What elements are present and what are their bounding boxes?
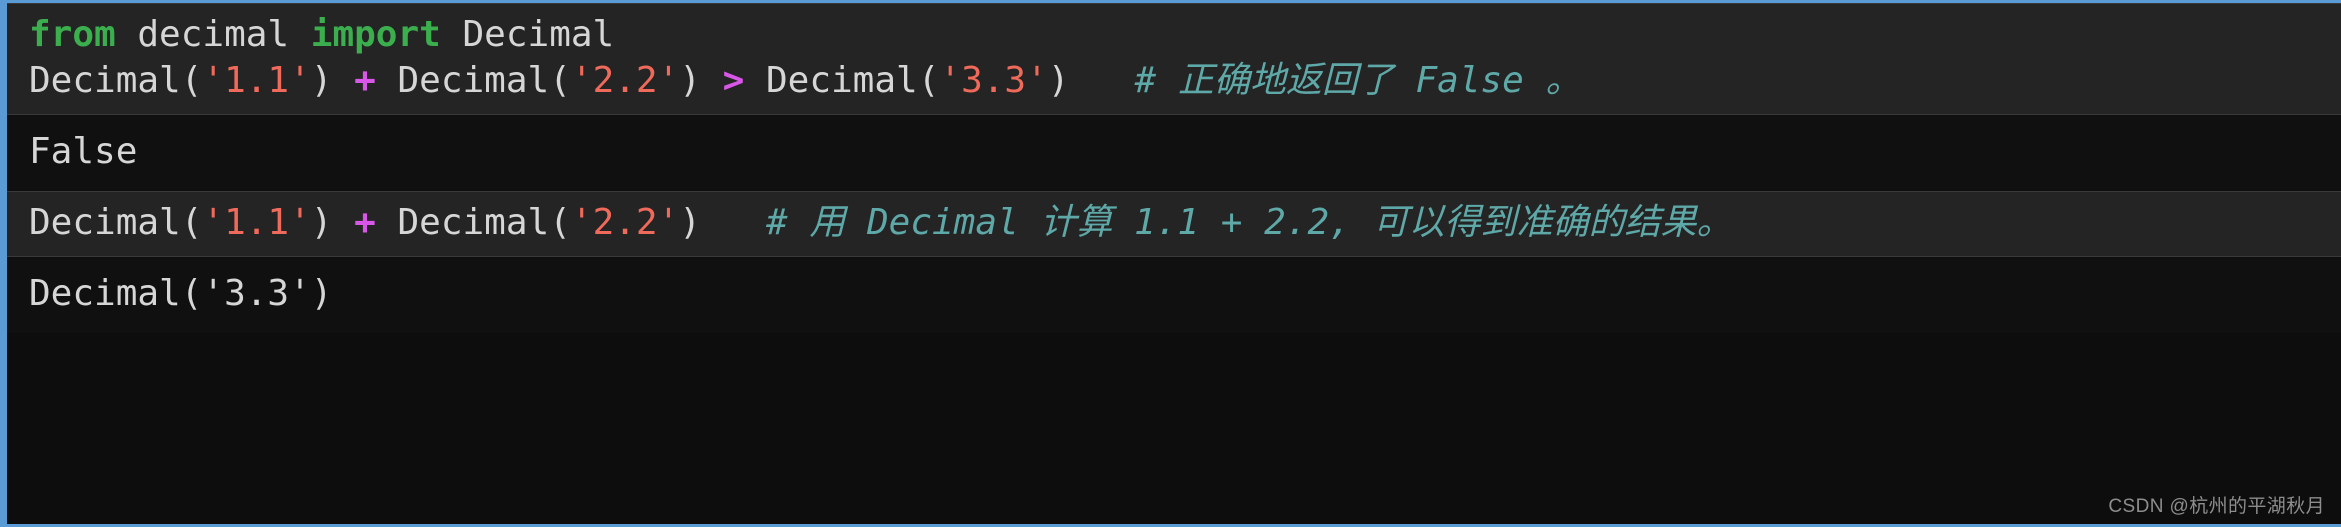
token-plain: Decimal(	[29, 202, 203, 243]
token-op: +	[354, 202, 376, 243]
token-plain: Decimal(	[375, 60, 571, 101]
token-str: '1.1'	[202, 60, 311, 101]
token-plain: False	[29, 131, 138, 172]
token-str: '2.2'	[570, 60, 680, 101]
token-plain: Decimal(	[29, 60, 203, 101]
token-plain: Decimal(	[744, 60, 940, 101]
token-plain: Decimal	[440, 14, 615, 55]
bottom-spacer	[7, 333, 2341, 524]
accent-rail	[0, 3, 7, 524]
token-str: '1.1'	[202, 202, 311, 243]
token-kw: from	[29, 14, 116, 55]
token-plain: )	[310, 202, 355, 243]
code-line: from decimal import Decimal	[29, 12, 2341, 58]
code-line: Decimal('1.1') + Decimal('2.2') # 用 Deci…	[29, 200, 2341, 246]
code-output-cell: Decimal('3.3')	[7, 257, 2341, 333]
cell-stack: from decimal import Decimal Decimal('1.1'…	[7, 3, 2341, 524]
code-input-cell[interactable]: Decimal('1.1') + Decimal('2.2') # 用 Deci…	[7, 191, 2341, 257]
token-plain: )	[679, 60, 723, 101]
token-plain: decimal	[115, 14, 311, 55]
token-str: '3.3'	[939, 60, 1048, 101]
token-plain: )	[679, 202, 766, 243]
token-cmt: # 正确地返回了 False 。	[1134, 60, 1582, 101]
token-op: +	[354, 60, 376, 101]
token-cmt: # 用 Decimal 计算 1.1 + 2.2, 可以得到准确的结果。	[765, 202, 1733, 243]
output-line: Decimal('3.3')	[29, 271, 2341, 317]
token-plain: Decimal('3.3')	[29, 273, 333, 314]
token-kw: import	[310, 14, 441, 55]
code-line: Decimal('1.1') + Decimal('2.2') > Decima…	[29, 58, 2341, 104]
token-plain: )	[310, 60, 355, 101]
token-plain: )	[1047, 60, 1135, 101]
output-line: False	[29, 129, 2341, 175]
code-notebook-screenshot: from decimal import Decimal Decimal('1.1'…	[0, 0, 2341, 527]
token-op: >	[722, 60, 745, 101]
csdn-watermark: CSDN @杭州的平湖秋月	[2108, 496, 2325, 517]
token-str: '2.2'	[570, 202, 680, 243]
token-plain: Decimal(	[375, 202, 571, 243]
code-output-cell: False	[7, 115, 2341, 191]
code-input-cell[interactable]: from decimal import Decimal Decimal('1.1'…	[7, 3, 2341, 115]
